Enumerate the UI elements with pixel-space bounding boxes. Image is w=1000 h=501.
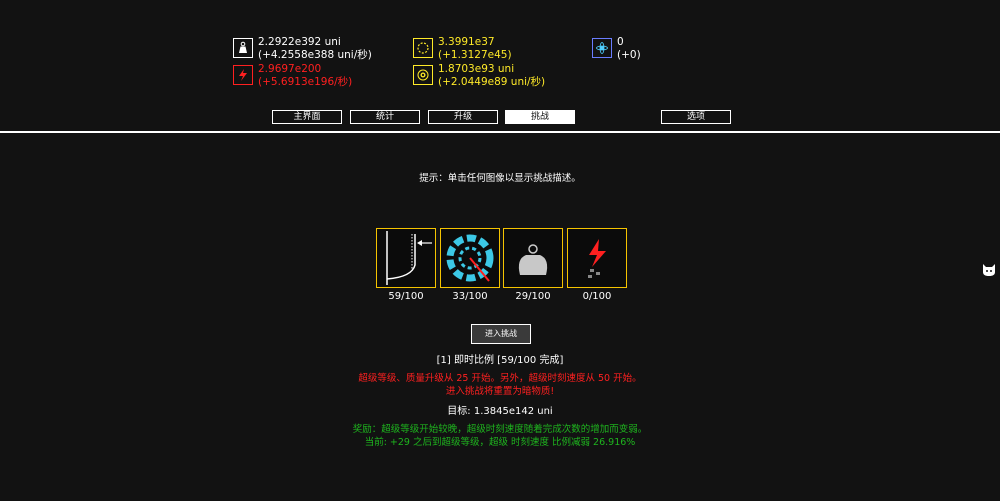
atom-rate: (+0) <box>617 49 641 61</box>
challenge-2-tile[interactable] <box>440 228 500 288</box>
black-hole-resource: 1.8703e93 uni (+2.0449e89 uni/秒) <box>413 63 545 89</box>
black-hole-icon <box>413 65 433 85</box>
enter-challenge-button[interactable]: 进入挑战 <box>471 324 531 344</box>
challenge-3-progress: 29/100 <box>515 291 551 302</box>
challenge-2-progress: 33/100 <box>452 291 488 302</box>
cat-icon[interactable] <box>982 261 996 277</box>
atom-resource: 0 (+0) <box>592 36 641 62</box>
challenge-1-progress: 59/100 <box>388 291 424 302</box>
challenge-title: [1] 即时比例 [59/100 完成] <box>436 355 564 366</box>
challenge-reward-line1: 奖励：超级等级开始较晚，超级时刻速度随着完成次数的增加而变弱。 <box>352 424 648 435</box>
challenge-4-tile[interactable] <box>567 228 627 288</box>
ring-icon <box>413 38 433 58</box>
dark-matter-rate: (+5.6913e196/秒) <box>258 76 353 88</box>
challenge-description-line1: 超级等级、质量升级从 25 开始。另外，超级时刻速度从 50 开始。 <box>358 373 642 384</box>
atom-value: 0 <box>617 36 624 48</box>
rage-rate: (+1.3127e45) <box>438 49 512 61</box>
mass-resource: 2.2922e392 uni (+4.2558e388 uni/秒) <box>233 36 372 62</box>
challenge-reward-line2: 当前: +29 之后到超级等级，超级 时刻速度 比例减弱 26.916% <box>364 437 636 448</box>
tab-upgrades[interactable]: 升级 <box>428 110 498 124</box>
tickspeed-icon <box>446 234 494 282</box>
dark-matter-icon <box>588 239 606 278</box>
challenge-1-tile[interactable] <box>376 228 436 288</box>
black-hole-rate: (+2.0449e89 uni/秒) <box>438 76 546 88</box>
dark-matter-value: 2.9697e200 <box>258 63 322 75</box>
lightning-icon <box>233 65 253 85</box>
challenge-hint: 提示：单击任何图像以显示挑战描述。 <box>419 173 581 184</box>
mass-weight-icon <box>518 244 548 275</box>
challenge-goal: 目标: 1.3845e142 uni <box>447 406 553 417</box>
atom-icon <box>592 38 612 58</box>
black-hole-value: 1.8703e93 uni <box>438 63 515 75</box>
challenge-description-line2: 进入挑战将重置为暗物质! <box>445 386 555 397</box>
tab-challenges[interactable]: 挑战 <box>505 110 575 124</box>
mass-value: 2.2922e392 uni <box>258 36 341 48</box>
instant-scale-icon <box>386 231 432 285</box>
dark-matter-resource: 2.9697e200 (+5.6913e196/秒) <box>233 63 352 89</box>
rage-value: 3.3991e37 <box>438 36 495 48</box>
header-divider <box>0 131 1000 133</box>
tab-options[interactable]: 选项 <box>661 110 731 124</box>
weight-icon <box>233 38 253 58</box>
challenge-4-progress: 0/100 <box>582 291 612 302</box>
challenge-3-tile[interactable] <box>503 228 563 288</box>
rage-resource: 3.3991e37 (+1.3127e45) <box>413 36 512 62</box>
tab-stats[interactable]: 统计 <box>350 110 420 124</box>
tab-main[interactable]: 主界面 <box>272 110 342 124</box>
mass-rate: (+4.2558e388 uni/秒) <box>258 49 372 61</box>
